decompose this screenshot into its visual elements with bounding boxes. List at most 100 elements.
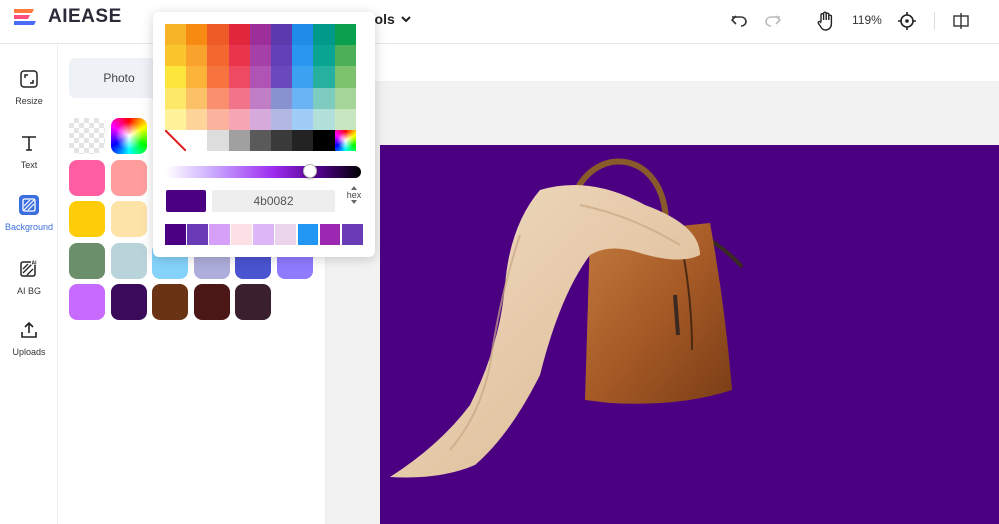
recent-color-swatch[interactable] [297, 224, 319, 245]
preset-color-cell[interactable] [207, 108, 229, 130]
hand-icon[interactable] [815, 10, 837, 32]
preset-color-cell[interactable] [186, 66, 208, 88]
nav-item-resize[interactable]: Resize [0, 68, 58, 118]
nav-label-uploads: Uploads [12, 347, 46, 357]
preset-color-cell[interactable] [292, 108, 314, 130]
undo-icon[interactable] [728, 10, 750, 32]
recent-color-swatch[interactable] [341, 224, 363, 245]
recent-color-swatch[interactable] [275, 224, 297, 245]
artboard[interactable] [380, 145, 999, 524]
text-icon [18, 132, 40, 154]
nav-item-text[interactable]: Text [0, 132, 58, 182]
color-mode-toggle[interactable]: hex [343, 186, 365, 218]
preset-color-cell[interactable] [186, 108, 208, 130]
color-swatch[interactable] [69, 242, 105, 279]
color-swatch[interactable] [69, 201, 105, 237]
preset-color-cell[interactable] [207, 24, 229, 46]
preset-color-cell[interactable] [249, 66, 271, 88]
preset-color-cell[interactable] [292, 66, 314, 88]
preset-color-cell[interactable] [270, 108, 293, 130]
preset-color-cell[interactable] [186, 24, 208, 46]
preset-color-cell[interactable] [270, 66, 293, 88]
preset-color-cell[interactable] [292, 129, 314, 152]
color-swatch[interactable] [152, 284, 189, 320]
handbag-with-scarf-image[interactable] [380, 145, 999, 524]
preset-color-cell[interactable] [249, 45, 271, 67]
color-swatch[interactable] [110, 201, 147, 237]
preset-color-cell[interactable] [334, 108, 356, 130]
preset-color-cell[interactable] [207, 129, 229, 152]
slider-thumb[interactable] [303, 164, 318, 178]
recent-color-swatch[interactable] [253, 224, 275, 245]
nav-item-uploads[interactable]: Uploads [0, 319, 58, 369]
preset-color-cell[interactable] [228, 45, 250, 67]
preset-color-cell[interactable] [270, 87, 293, 109]
logo[interactable]: AIEASE [12, 6, 122, 28]
preset-color-cell[interactable] [165, 108, 187, 130]
color-swatch[interactable] [110, 159, 147, 196]
preset-color-cell[interactable] [313, 108, 335, 130]
preset-color-cell[interactable] [165, 87, 187, 109]
nav-label-background: Background [4, 222, 54, 232]
nav-item-background[interactable]: Background [0, 194, 58, 244]
nav-item-ai-bg[interactable]: AI AI BG [0, 258, 58, 308]
preset-color-cell[interactable] [249, 108, 271, 130]
preset-color-cell[interactable] [165, 24, 187, 46]
preset-color-cell[interactable] [292, 87, 314, 109]
zoom-level[interactable]: 119% [852, 13, 882, 27]
color-swatch[interactable] [69, 284, 105, 320]
preset-color-cell[interactable] [292, 45, 314, 67]
preset-color-cell[interactable] [207, 66, 229, 88]
color-swatch[interactable] [110, 284, 147, 320]
logo-mark-icon [14, 9, 36, 25]
preset-color-cell[interactable] [165, 66, 187, 88]
recent-color-swatch[interactable] [319, 224, 341, 245]
top-bar: AIEASE ools 119% [0, 0, 999, 44]
preset-color-cell[interactable] [249, 24, 271, 46]
color-shade-slider[interactable] [166, 164, 361, 178]
preset-color-cell[interactable] [270, 129, 293, 152]
spectrum-cell[interactable] [334, 129, 356, 152]
preset-color-cell[interactable] [228, 66, 250, 88]
preset-color-cell[interactable] [249, 87, 271, 109]
preset-color-cell[interactable] [228, 87, 250, 109]
preset-color-cell[interactable] [228, 108, 250, 130]
compare-icon[interactable] [950, 10, 972, 32]
preset-color-cell[interactable] [334, 24, 356, 46]
color-mode-label: hex [346, 190, 362, 200]
preset-color-cell[interactable] [228, 129, 250, 152]
color-swatch[interactable] [110, 242, 147, 279]
transparent-swatch[interactable] [69, 118, 105, 154]
recent-color-swatch[interactable] [187, 224, 208, 245]
preset-color-cell[interactable] [207, 87, 229, 109]
crosshair-icon[interactable] [896, 10, 918, 32]
preset-color-cell[interactable] [207, 45, 229, 67]
preset-color-cell[interactable] [313, 45, 335, 67]
preset-color-cell[interactable] [249, 129, 271, 152]
color-swatch[interactable] [69, 159, 105, 196]
preset-color-cell[interactable] [165, 45, 187, 67]
preset-color-cell[interactable] [186, 45, 208, 67]
recent-color-swatch[interactable] [231, 224, 253, 245]
preset-color-cell[interactable] [334, 66, 356, 88]
no-color-cell[interactable] [165, 129, 187, 152]
preset-color-cell[interactable] [313, 66, 335, 88]
recent-color-swatch[interactable] [209, 224, 230, 245]
preset-color-cell[interactable] [313, 87, 335, 109]
preset-color-cell[interactable] [186, 129, 208, 152]
preset-color-cell[interactable] [186, 87, 208, 109]
color-swatch[interactable] [193, 284, 230, 320]
recent-color-swatch[interactable] [165, 224, 186, 245]
hex-input[interactable] [212, 190, 335, 212]
color-swatch[interactable] [235, 284, 272, 320]
preset-color-cell[interactable] [292, 24, 314, 46]
preset-color-cell[interactable] [270, 45, 293, 67]
preset-color-cell[interactable] [313, 24, 335, 46]
preset-color-cell[interactable] [334, 87, 356, 109]
redo-icon[interactable] [762, 10, 784, 32]
custom-color-swatch[interactable] [110, 118, 147, 154]
preset-color-cell[interactable] [228, 24, 250, 46]
preset-color-cell[interactable] [334, 45, 356, 67]
preset-color-cell[interactable] [270, 24, 293, 46]
preset-color-cell[interactable] [313, 129, 335, 152]
